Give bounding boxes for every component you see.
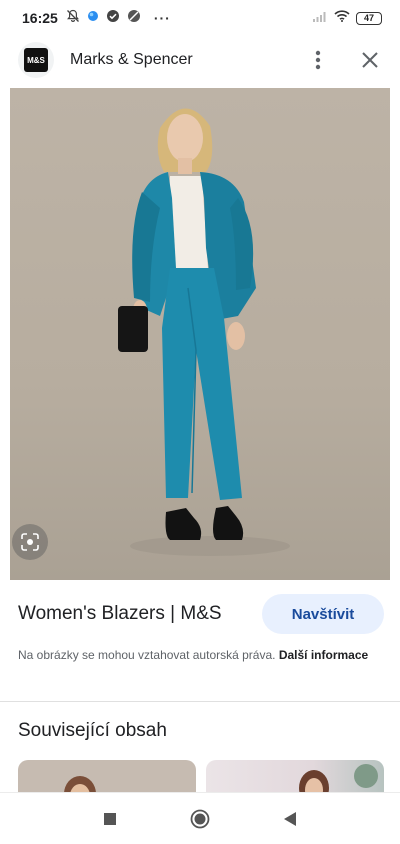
model-illustration bbox=[118, 108, 290, 556]
app-dot-icon bbox=[87, 9, 99, 27]
blocked-icon bbox=[127, 9, 141, 28]
status-bar: 16:25 ··· 47 bbox=[0, 0, 400, 36]
signal-icon bbox=[312, 9, 328, 27]
site-logo-mark: M&S bbox=[24, 48, 48, 72]
recents-icon[interactable] bbox=[98, 807, 122, 831]
status-time: 16:25 bbox=[22, 10, 58, 26]
related-content-row bbox=[18, 760, 388, 792]
more-info-link[interactable]: Další informace bbox=[279, 648, 368, 662]
system-nav-bar bbox=[0, 792, 400, 844]
section-divider bbox=[0, 701, 400, 702]
check-circle-icon bbox=[106, 9, 120, 28]
product-image[interactable] bbox=[10, 88, 390, 580]
lens-icon[interactable] bbox=[12, 524, 48, 560]
copyright-notice: Na obrázky se mohou vztahovat autorská p… bbox=[18, 646, 384, 664]
title-row: Women's Blazers | M&S Navštívit bbox=[18, 594, 384, 634]
battery-level: 47 bbox=[363, 13, 374, 23]
wifi-icon bbox=[334, 9, 350, 27]
more-vert-icon[interactable] bbox=[306, 48, 330, 72]
related-thumbnail[interactable] bbox=[206, 760, 384, 792]
page-title[interactable]: Women's Blazers | M&S bbox=[18, 603, 222, 625]
status-icons-left: ··· bbox=[66, 9, 171, 28]
notifications-off-icon bbox=[66, 9, 80, 28]
battery-icon: 47 bbox=[356, 11, 382, 25]
header-actions bbox=[306, 48, 382, 72]
site-logo[interactable]: M&S bbox=[18, 42, 54, 78]
status-more-dots: ··· bbox=[153, 10, 171, 26]
back-icon[interactable] bbox=[278, 807, 302, 831]
close-icon[interactable] bbox=[358, 48, 382, 72]
visit-button[interactable]: Navštívit bbox=[262, 594, 384, 634]
status-icons-right: 47 bbox=[312, 9, 382, 27]
site-name[interactable]: Marks & Spencer bbox=[70, 51, 193, 69]
home-icon[interactable] bbox=[188, 807, 212, 831]
source-header: M&S Marks & Spencer bbox=[0, 36, 400, 84]
copyright-text: Na obrázky se mohou vztahovat autorská p… bbox=[18, 648, 276, 662]
related-content-title: Související obsah bbox=[18, 720, 167, 741]
related-thumbnail[interactable] bbox=[18, 760, 196, 792]
image-info: Women's Blazers | M&S Navštívit Na obráz… bbox=[18, 594, 384, 664]
